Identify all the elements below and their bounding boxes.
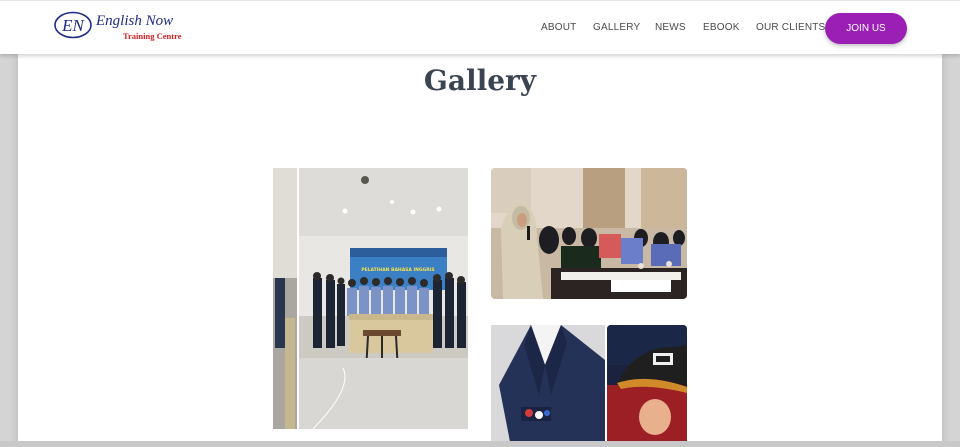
nav-gallery[interactable]: GALLERY bbox=[593, 22, 640, 33]
site-header: EN English Now Training Centre ABOUT GAL… bbox=[0, 0, 960, 54]
horizontal-scrollbar[interactable] bbox=[0, 441, 960, 447]
nav-about[interactable]: ABOUT bbox=[541, 22, 576, 33]
gallery-section: Gallery PELATIHAN BAHASA INGGRIS bbox=[18, 54, 942, 447]
brand-logo[interactable]: EN English Now Training Centre bbox=[54, 11, 184, 45]
gallery-photo-group[interactable]: PELATIHAN BAHASA INGGRIS bbox=[273, 168, 468, 429]
gallery-photo-blazer[interactable] bbox=[491, 325, 605, 447]
nav-ebook[interactable]: EBOOK bbox=[703, 22, 740, 33]
banner-text: PELATIHAN BAHASA INGGRIS bbox=[361, 267, 434, 273]
logo-emblem-icon: EN bbox=[54, 11, 92, 39]
page-title: Gallery bbox=[423, 64, 537, 97]
page: EN English Now Training Centre ABOUT GAL… bbox=[0, 0, 960, 447]
join-us-button[interactable]: JOIN US bbox=[825, 13, 907, 44]
gallery-photo-speaker[interactable] bbox=[491, 168, 687, 299]
nav-news[interactable]: NEWS bbox=[655, 22, 686, 33]
brand-name: English Now bbox=[96, 13, 174, 29]
gallery-photo-cap[interactable] bbox=[607, 325, 687, 447]
logo-initials: EN bbox=[61, 16, 85, 35]
nav-our-clients[interactable]: OUR CLIENTS bbox=[756, 22, 825, 33]
brand-subtitle: Training Centre bbox=[123, 31, 182, 41]
